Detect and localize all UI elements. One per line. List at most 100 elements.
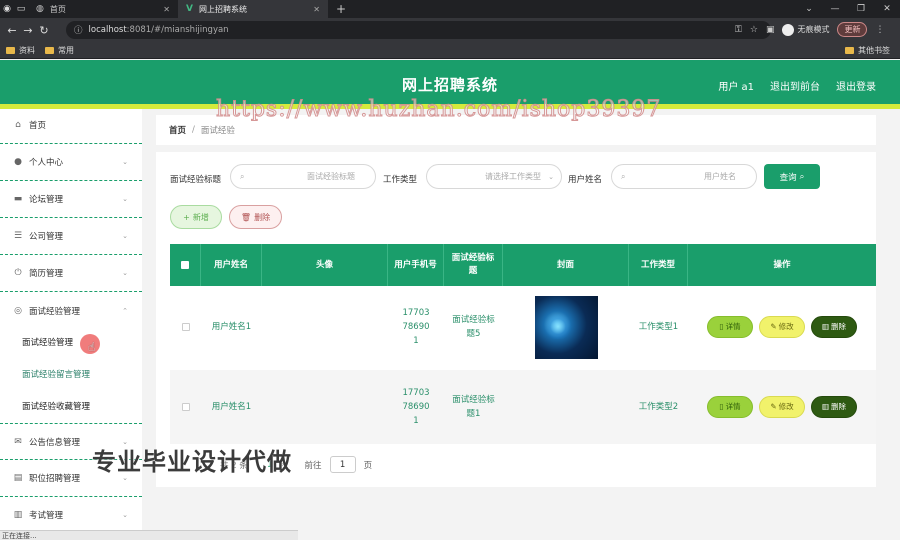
- col-header-phone: 用户手机号: [388, 244, 444, 286]
- incognito-indicator[interactable]: 无痕模式: [782, 23, 829, 36]
- col-header-cover: 封面: [503, 244, 629, 286]
- edit-button[interactable]: ✎ 修改: [759, 316, 805, 338]
- sidebar-item-exam[interactable]: ▥ 考试管理 ⌄: [0, 497, 142, 534]
- update-button[interactable]: 更新: [837, 22, 868, 37]
- breadcrumb-home[interactable]: 首页: [169, 124, 186, 136]
- bookmark-folder[interactable]: 资料: [6, 45, 35, 56]
- goto-page-input[interactable]: 1: [329, 456, 356, 473]
- forward-icon[interactable]: →: [20, 24, 36, 37]
- star-icon[interactable]: ☆: [750, 25, 758, 35]
- power-icon: ⏻: [14, 268, 22, 278]
- cell-avatar: [262, 290, 388, 364]
- url-host: localhost: [88, 25, 127, 35]
- cell-type: 工作类型1: [638, 322, 679, 332]
- minimize-icon[interactable]: —: [822, 4, 848, 14]
- sidebar-subitem-interview-favorites[interactable]: 面试经验收藏管理: [0, 390, 142, 422]
- goto-label: 前往: [304, 460, 322, 471]
- browser-status-bar: 正在连接...: [0, 530, 298, 540]
- row-select-cell[interactable]: [170, 290, 201, 364]
- edit-label: 修改: [778, 402, 794, 411]
- query-label: 查询: [779, 172, 797, 183]
- sidebar-subitem-interview-manage[interactable]: 面试经验管理: [0, 326, 142, 358]
- cell-name: 用户姓名1: [211, 322, 252, 332]
- sidebar-item-label: 简历管理: [29, 269, 64, 279]
- back-icon[interactable]: ←: [4, 24, 20, 37]
- address-bar-row: ← → ↻ ⓘ localhost :8081/#/mianshijingyan…: [0, 18, 900, 42]
- close-icon[interactable]: ✕: [163, 5, 170, 14]
- sidepanel-icon[interactable]: ▣: [766, 25, 775, 35]
- chevron-up-icon: ⌃: [122, 306, 128, 315]
- cell-title: 面试经验标题5: [452, 315, 495, 339]
- add-label: 新增: [192, 212, 209, 222]
- close-window-icon[interactable]: ✕: [874, 4, 900, 14]
- browser-tab[interactable]: ◍ 首页 ✕: [28, 0, 178, 18]
- clipboard-icon: ▥: [13, 510, 23, 520]
- pencil-icon: ✎: [770, 402, 777, 411]
- row-checkbox[interactable]: [181, 403, 190, 411]
- title-placeholder: 面试经验标题: [307, 172, 355, 181]
- subitem-label: 面试经验留言管理: [22, 370, 91, 380]
- sidebar-item-home[interactable]: ⌂ 首页: [0, 107, 142, 144]
- sidebar-item-forum[interactable]: ▬ 论坛管理 ⌄: [0, 181, 142, 218]
- detail-button[interactable]: ▯ 详情: [707, 396, 753, 418]
- sidebar-item-resume[interactable]: ⏻ 简历管理 ⌄: [0, 255, 142, 292]
- col-header-avatar: 头像: [262, 244, 388, 286]
- detail-label: 详情: [725, 402, 741, 411]
- sidebar-item-interview[interactable]: ◎ 面试经验管理 ⌃: [0, 292, 142, 329]
- pencil-icon: ✎: [770, 322, 777, 331]
- cell-phone: 17703786901: [402, 308, 430, 346]
- bulk-delete-button[interactable]: 🗑 删除: [229, 205, 282, 229]
- key-icon[interactable]: ⚿: [735, 25, 742, 35]
- sidebar-item-label: 首页: [29, 121, 47, 131]
- cell-phone: 17703786901: [402, 388, 430, 426]
- delete-button[interactable]: ▥ 删除: [811, 396, 857, 418]
- bookmark-folder[interactable]: 常用: [45, 45, 74, 56]
- row-checkbox[interactable]: [181, 323, 190, 331]
- delete-button[interactable]: ▥ 删除: [811, 316, 857, 338]
- detail-label: 详情: [725, 322, 741, 331]
- menu-icon[interactable]: ⋮: [875, 25, 884, 35]
- table-row: 用户姓名1 17703786901 面试经验标题1 工作类型2 ▯ 详情 ✎ 修改 …: [170, 370, 876, 444]
- browser-tab-active[interactable]: V 网上招聘系统 ✕: [178, 0, 328, 18]
- reload-icon[interactable]: ↻: [36, 24, 52, 37]
- edit-button[interactable]: ✎ 修改: [759, 396, 805, 418]
- sidebar-item-label: 论坛管理: [29, 195, 64, 205]
- front-link[interactable]: 退出到前台: [770, 78, 820, 93]
- tab-search-icon[interactable]: ⌄: [796, 4, 822, 14]
- sidebar-item-company[interactable]: ☰ 公司管理 ⌄: [0, 218, 142, 255]
- query-button[interactable]: 查询 ⌕: [764, 164, 820, 189]
- logout-link[interactable]: 退出登录: [836, 78, 876, 93]
- restore-icon[interactable]: ❐: [848, 4, 874, 14]
- subitem-label: 面试经验管理: [22, 338, 74, 348]
- select-all-cell[interactable]: [170, 244, 201, 286]
- type-select[interactable]: 请选择工作类型 ⌄: [426, 164, 562, 189]
- printer-icon: ▤: [13, 473, 23, 483]
- row-select-cell[interactable]: [170, 370, 201, 444]
- sidebar-item-profile[interactable]: ● 个人中心 ⌄: [0, 144, 142, 181]
- close-icon[interactable]: ✕: [313, 5, 320, 14]
- cell-cover: [503, 290, 629, 364]
- add-button[interactable]: + 新增: [170, 205, 222, 229]
- chevron-down-icon: ⌄: [122, 195, 128, 203]
- document-icon: ▯: [719, 402, 724, 411]
- title-search-input[interactable]: ⌕ 面试经验标题: [230, 164, 376, 189]
- document-icon: ▯: [719, 322, 724, 331]
- new-tab-icon[interactable]: +: [336, 2, 346, 16]
- col-header-title: 面试经验标题: [444, 244, 503, 286]
- sidebar-subitem-interview-comments[interactable]: 面试经验留言管理: [0, 358, 142, 390]
- chevron-down-icon: ⌄: [122, 269, 128, 277]
- chevron-down-icon: ⌄: [122, 158, 128, 166]
- sidebar-item-label: 公司管理: [29, 232, 64, 242]
- hand-cursor-icon: ☝: [88, 340, 96, 354]
- window-icon[interactable]: ▭: [14, 2, 28, 16]
- delete-label: 删除: [831, 402, 847, 411]
- cell-title: 面试经验标题1: [452, 395, 495, 419]
- detail-button[interactable]: ▯ 详情: [707, 316, 753, 338]
- other-bookmarks[interactable]: 其他书签: [845, 45, 890, 56]
- current-user: 用户 a1: [718, 82, 754, 93]
- user-search-input[interactable]: ⌕ 用户姓名: [611, 164, 757, 189]
- select-all-checkbox[interactable]: [181, 261, 189, 269]
- url-field[interactable]: ⓘ localhost :8081/#/mianshijingyan: [66, 21, 771, 39]
- edit-label: 修改: [778, 322, 794, 331]
- watermark-url: https://www.huzhan.com/ishop39397: [215, 97, 662, 123]
